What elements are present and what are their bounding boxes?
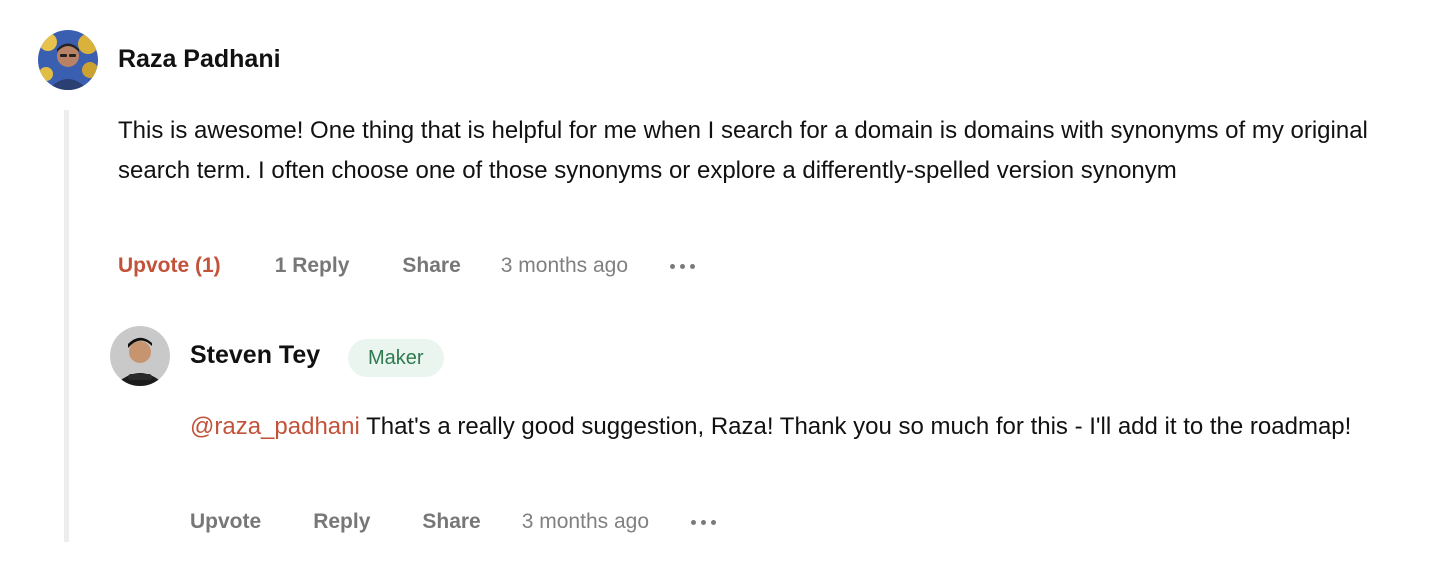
avatar-steven[interactable]	[110, 326, 170, 386]
comment-actions: Upvote (1) 1 Reply Share 3 months ago	[118, 254, 696, 278]
upvote-button[interactable]: Upvote	[190, 510, 261, 534]
comment-thread: Raza Padhani This is awesome! One thing …	[0, 0, 1432, 564]
reply-actions: Upvote Reply Share 3 months ago	[190, 510, 717, 534]
reply-body: @raza_padhani That's a really good sugge…	[190, 407, 1412, 447]
timestamp: 3 months ago	[521, 510, 650, 533]
thread-line	[64, 110, 69, 542]
maker-badge: Maker	[348, 339, 444, 377]
upvote-button[interactable]: Upvote (1)	[118, 254, 221, 278]
share-button[interactable]: Share	[402, 254, 460, 278]
comment-author-name[interactable]: Raza Padhani	[118, 45, 281, 74]
more-dots-icon[interactable]	[691, 519, 717, 525]
timestamp: 3 months ago	[500, 254, 629, 277]
mention-link[interactable]: @raza_padhani	[190, 413, 360, 440]
reply-button[interactable]: 1 Reply	[275, 254, 350, 278]
reply-button[interactable]: Reply	[313, 510, 370, 534]
reply-body-text: That's a really good suggestion, Raza! T…	[359, 413, 1352, 440]
comment-body: This is awesome! One thing that is helpf…	[118, 117, 1368, 184]
avatar-raza[interactable]	[38, 30, 98, 90]
more-dots-icon[interactable]	[670, 263, 696, 269]
share-button[interactable]: Share	[422, 510, 480, 534]
reply-author-name[interactable]: Steven Tey	[190, 341, 320, 370]
